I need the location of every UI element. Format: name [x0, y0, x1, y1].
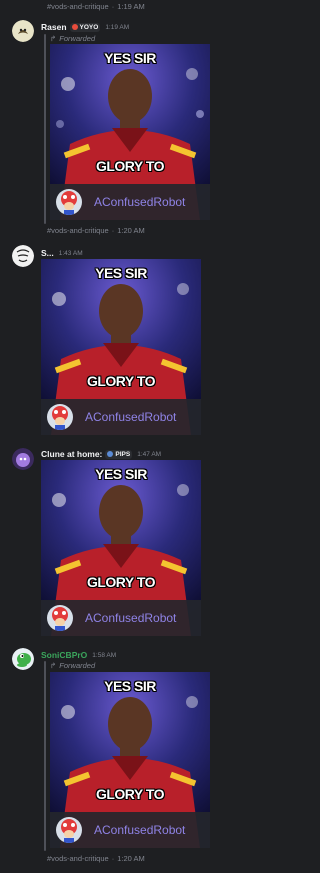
timestamp: 1:58 AM: [92, 651, 117, 659]
username[interactable]: Rasen: [41, 22, 67, 32]
meme-image[interactable]: YES SIR GLORY TO AConfusedRobot: [50, 44, 210, 220]
top-channel-reference[interactable]: #vods-and-critique · 1:19 AM: [47, 2, 145, 11]
message-footer[interactable]: #vods-and-critique · 1:20 AM: [47, 854, 145, 863]
name-bar: AConfusedRobot: [41, 399, 201, 435]
forward-arrow-icon: ↱: [50, 661, 57, 670]
forward-bar: [44, 34, 46, 224]
robot-name: AConfusedRobot: [85, 410, 177, 424]
user-tag: PIPS: [105, 449, 133, 459]
user-tag: YOYO: [69, 22, 101, 32]
robot-name: AConfusedRobot: [94, 823, 186, 837]
robot-name: AConfusedRobot: [94, 195, 186, 209]
cat-avatar-icon[interactable]: [12, 20, 34, 42]
timestamp: 1:47 AM: [137, 450, 162, 458]
tag-icon: [107, 451, 114, 457]
meme-bottom-caption: GLORY TO: [86, 373, 156, 389]
meme-image[interactable]: YES SIR GLORY TO AConfusedRobot: [41, 259, 201, 435]
meme-image[interactable]: YES SIR GLORY TO AConfusedRobot: [41, 460, 201, 636]
message-footer[interactable]: #vods-and-critique · 1:20 AM: [47, 226, 145, 235]
channel-link[interactable]: #vods-and-critique: [47, 2, 109, 11]
forwarded-label: ↱ Forwarded: [50, 661, 96, 670]
meme-top-caption: YES SIR: [104, 50, 156, 66]
timestamp: 1:20 AM: [117, 226, 145, 235]
meme-image[interactable]: YES SIR GLORY TO AConfusedRobot: [50, 672, 210, 848]
sketch-avatar-icon[interactable]: [12, 245, 34, 267]
forward-bar: [44, 661, 46, 851]
username[interactable]: S...: [41, 248, 54, 258]
channel-link[interactable]: #vods-and-critique: [47, 854, 109, 863]
timestamp: 1:20 AM: [117, 854, 145, 863]
meme-bottom-caption: GLORY TO: [86, 574, 156, 590]
name-bar: AConfusedRobot: [50, 184, 210, 220]
toad-avatar-icon: [47, 605, 73, 631]
purple-character-avatar-icon[interactable]: [12, 448, 34, 470]
yoshi-avatar-icon[interactable]: [12, 648, 34, 670]
forward-arrow-icon: ↱: [50, 34, 57, 43]
timestamp: 1:43 AM: [58, 249, 83, 257]
meme-top-caption: YES SIR: [104, 678, 156, 694]
username[interactable]: SoniCBPrO: [41, 650, 87, 660]
meme-top-caption: YES SIR: [95, 265, 147, 281]
robot-name: AConfusedRobot: [85, 611, 177, 625]
name-bar: AConfusedRobot: [50, 812, 210, 848]
channel-link[interactable]: #vods-and-critique: [47, 226, 109, 235]
name-bar: AConfusedRobot: [41, 600, 201, 636]
meme-bottom-caption: GLORY TO: [95, 786, 165, 802]
toad-avatar-icon: [56, 189, 82, 215]
toad-avatar-icon: [47, 404, 73, 430]
toad-avatar-icon: [56, 817, 82, 843]
meme-bottom-caption: GLORY TO: [95, 158, 165, 174]
tag-icon: [71, 24, 78, 30]
timestamp: 1:19 AM: [105, 23, 130, 31]
forwarded-label: ↱ Forwarded: [50, 34, 96, 43]
username[interactable]: Clune at home:: [41, 449, 102, 459]
meme-top-caption: YES SIR: [95, 466, 147, 482]
timestamp: 1:19 AM: [117, 2, 145, 11]
